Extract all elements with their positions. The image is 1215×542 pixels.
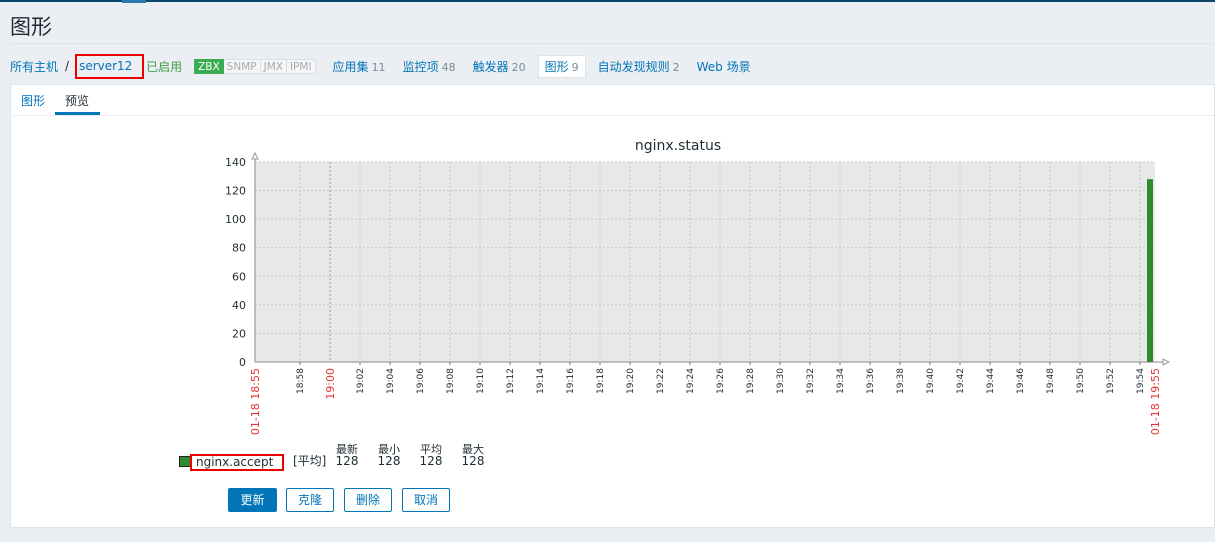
y-tick-label: 0 — [239, 356, 246, 369]
x-tick-label: 19:16 — [566, 368, 576, 394]
x-tick-label: 19:40 — [926, 368, 936, 394]
top-bar-accent — [122, 0, 146, 3]
x-tick-label: 18:58 — [296, 368, 306, 394]
availability-badges: ZBX SNMP JMX IPMI — [194, 58, 316, 74]
breadcrumb-all-hosts[interactable]: 所有主机 — [10, 58, 58, 75]
x-tick-label: 19:12 — [506, 368, 516, 394]
nav-triggers-label: 触发器 — [472, 59, 509, 74]
title-divider — [10, 43, 1215, 44]
x-tick-label: 19:18 — [596, 368, 606, 394]
nav-graphs-label: 图形 — [544, 59, 569, 74]
x-tick-label: 19:38 — [896, 368, 906, 394]
cancel-button[interactable]: 取消 — [402, 488, 450, 512]
page-title: 图形 — [10, 15, 52, 39]
x-tick-label: 19:28 — [746, 368, 756, 394]
series-bar — [1147, 179, 1153, 362]
legend-value-max: 128 — [461, 454, 485, 468]
nav-web-scenarios[interactable]: Web 场景 — [697, 58, 751, 75]
x-tick-label: 19:02 — [356, 368, 366, 394]
jmx-badge: JMX — [260, 58, 287, 74]
x-tick-label: 19:10 — [476, 368, 486, 394]
x-tick-label: 19:04 — [386, 368, 396, 394]
x-tick-label: 19:44 — [986, 368, 996, 394]
y-tick-label: 60 — [232, 270, 246, 283]
snmp-badge: SNMP — [223, 58, 261, 74]
x-tick-label: 19:54 — [1136, 368, 1146, 394]
nav-items-label: 监控项 — [402, 59, 439, 74]
legend-item-name: nginx.accept — [190, 454, 284, 471]
nav-graphs-count: 9 — [571, 60, 579, 74]
y-tick-label: 80 — [232, 242, 246, 255]
x-tick-label: 19:20 — [626, 368, 636, 394]
x-tick-label: 19:32 — [806, 368, 816, 394]
x-tick-label: 19:36 — [866, 368, 876, 394]
x-end-label: 01-18 19:55 — [1149, 368, 1162, 435]
legend-value-avg: 128 — [419, 454, 443, 468]
x-tick-label: 19:30 — [776, 368, 786, 394]
chart-title: nginx.status — [635, 138, 721, 154]
x-hour-label: 19:00 — [324, 368, 337, 400]
top-bar — [0, 0, 1215, 2]
nav-discovery-rules[interactable]: 自动发现规则 2 — [598, 58, 680, 75]
x-start-label: 01-18 18:55 — [249, 368, 262, 435]
y-tick-label: 120 — [225, 185, 246, 198]
x-axis-ticks: 18:58 19:02 19:04 19:06 19:08 19:10 19:12 19:14… — [249, 362, 1162, 435]
x-axis-arrow — [1162, 358, 1171, 366]
x-tick-label: 19:52 — [1106, 368, 1116, 394]
x-tick-label: 19:26 — [716, 368, 726, 394]
y-tick-label: 100 — [225, 213, 246, 226]
delete-button[interactable]: 删除 — [344, 488, 392, 512]
legend-value-min: 128 — [377, 454, 401, 468]
breadcrumb-separator: / — [65, 59, 70, 73]
x-tick-label: 19:46 — [1016, 368, 1026, 394]
breadcrumb-host[interactable]: server12 — [75, 53, 145, 79]
nav-discovery-rules-label: 自动发现规则 — [597, 59, 670, 74]
nav-items-count: 48 — [441, 60, 456, 74]
nav-graphs[interactable]: 图形 9 — [537, 54, 586, 78]
x-tick-label: 19:08 — [446, 368, 456, 394]
x-tick-label: 19:24 — [686, 368, 696, 394]
y-tick-label: 20 — [232, 327, 246, 340]
x-tick-label: 19:50 — [1076, 368, 1086, 394]
y-axis-ticks: 0 20 40 60 80 100 120 140 — [225, 156, 246, 369]
nav-items[interactable]: 监控项 48 — [403, 58, 456, 75]
y-tick-label: 140 — [225, 156, 246, 169]
chart-series — [1147, 179, 1153, 362]
x-tick-label: 19:22 — [656, 368, 666, 394]
nav-triggers-count: 20 — [511, 60, 526, 74]
x-tick-label: 19:42 — [956, 368, 966, 394]
host-status[interactable]: 已启用 — [146, 58, 182, 75]
y-axis-arrow — [251, 151, 259, 160]
nav-applications-label: 应用集 — [332, 59, 369, 74]
x-tick-label: 19:14 — [536, 368, 546, 394]
nav-applications[interactable]: 应用集 11 — [333, 58, 386, 75]
y-tick-label: 40 — [232, 299, 246, 312]
x-tick-label: 19:48 — [1046, 368, 1056, 394]
update-button[interactable]: 更新 — [228, 488, 277, 512]
legend-function: [平均] — [293, 454, 327, 468]
legend-value-last: 128 — [335, 454, 359, 468]
clone-button[interactable]: 克隆 — [286, 488, 334, 512]
zbx-badge: ZBX — [194, 58, 224, 74]
nav-triggers[interactable]: 触发器 20 — [473, 58, 526, 75]
ipmi-badge: IPMI — [286, 58, 316, 74]
nav-discovery-rules-count: 2 — [672, 60, 680, 74]
x-tick-label: 19:34 — [836, 368, 846, 394]
x-tick-label: 19:06 — [416, 368, 426, 394]
nav-applications-count: 11 — [371, 60, 386, 74]
nav-web-scenarios-label: Web 场景 — [696, 59, 751, 74]
graph-form-panel: 图形 预览 nginx.status 0 20 40 60 80 100 120 140 18… — [10, 84, 1215, 528]
host-navigation: 所有主机 / server12 已启用 ZBX SNMP JMX IPMI 应用… — [10, 53, 751, 79]
